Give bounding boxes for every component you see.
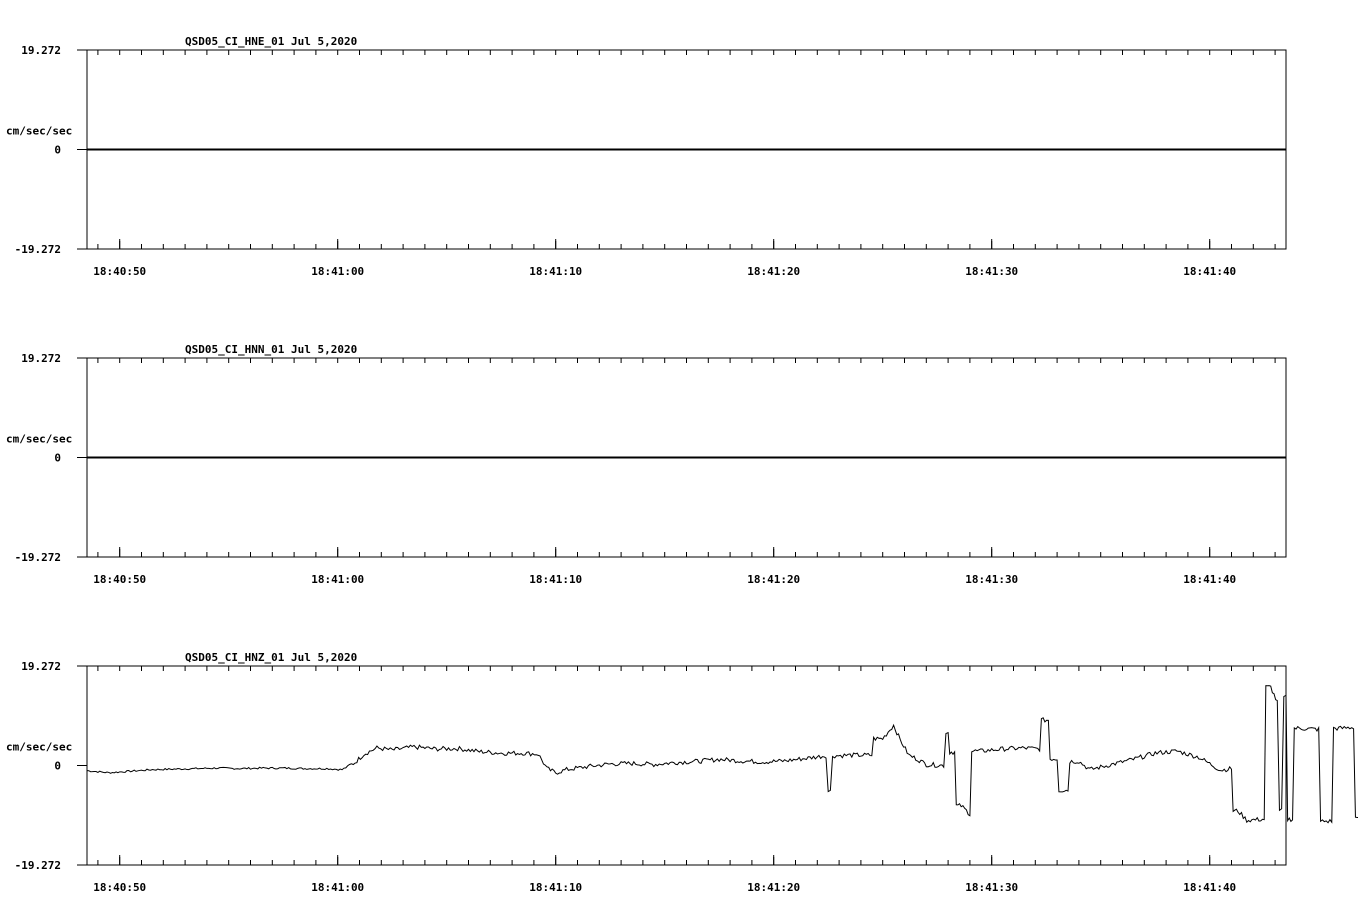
chart-panel-2: QSD05_CI_HNN_01 Jul 5,2020 19.272 0 -19.272… xyxy=(6,343,1287,586)
x-tick-label: 18:41:20 xyxy=(747,573,800,586)
y-axis-label: cm/sec/sec xyxy=(6,741,72,754)
x-tick-label: 18:41:10 xyxy=(529,265,582,278)
x-tick-label: 18:41:30 xyxy=(965,265,1018,278)
x-tick-label: 18:41:40 xyxy=(1183,573,1236,586)
chart-panel-1: QSD05_CI_HNE_01 Jul 5,2020 19.272 0 -19.272… xyxy=(6,35,1287,278)
x-tick-label: 18:41:40 xyxy=(1183,881,1236,894)
chart-panel-3: QSD05_CI_HNZ_01 Jul 5,2020 19.272 0 -19.272… xyxy=(6,651,1358,894)
x-tick-label: 18:41:40 xyxy=(1183,265,1236,278)
y-tick-label: 19.272 xyxy=(21,352,61,365)
y-tick-label: -19.272 xyxy=(15,859,61,872)
x-tick-label: 18:40:50 xyxy=(93,881,146,894)
x-tick-label: 18:41:30 xyxy=(965,881,1018,894)
y-tick-label: 0 xyxy=(54,144,61,157)
chart-title: QSD05_CI_HNN_01 Jul 5,2020 xyxy=(185,343,357,356)
x-tick-label: 18:41:20 xyxy=(747,881,800,894)
y-axis-label: cm/sec/sec xyxy=(6,433,72,446)
x-tick-label: 18:40:50 xyxy=(93,573,146,586)
x-tick-label: 18:41:30 xyxy=(965,573,1018,586)
x-tick-label: 18:41:10 xyxy=(529,573,582,586)
x-tick-label: 18:41:00 xyxy=(311,573,364,586)
chart-title: QSD05_CI_HNZ_01 Jul 5,2020 xyxy=(185,651,357,664)
x-tick-label: 18:41:00 xyxy=(311,265,364,278)
seismogram-charts: QSD05_CI_HNE_01 Jul 5,2020 19.272 0 -19.272… xyxy=(6,35,1358,894)
x-tick-label: 18:41:10 xyxy=(529,881,582,894)
x-tick-label: 18:40:50 xyxy=(93,265,146,278)
y-tick-label: -19.272 xyxy=(15,551,61,564)
y-axis-label: cm/sec/sec xyxy=(6,125,72,138)
x-tick-label: 18:41:00 xyxy=(311,881,364,894)
y-tick-label: 0 xyxy=(54,452,61,465)
y-tick-label: 19.272 xyxy=(21,44,61,57)
chart-title: QSD05_CI_HNE_01 Jul 5,2020 xyxy=(185,35,357,48)
y-tick-label: 0 xyxy=(54,760,61,773)
x-tick-label: 18:41:20 xyxy=(747,265,800,278)
trace-line xyxy=(86,685,1358,824)
y-tick-label: 19.272 xyxy=(21,660,61,673)
y-tick-label: -19.272 xyxy=(15,243,61,256)
